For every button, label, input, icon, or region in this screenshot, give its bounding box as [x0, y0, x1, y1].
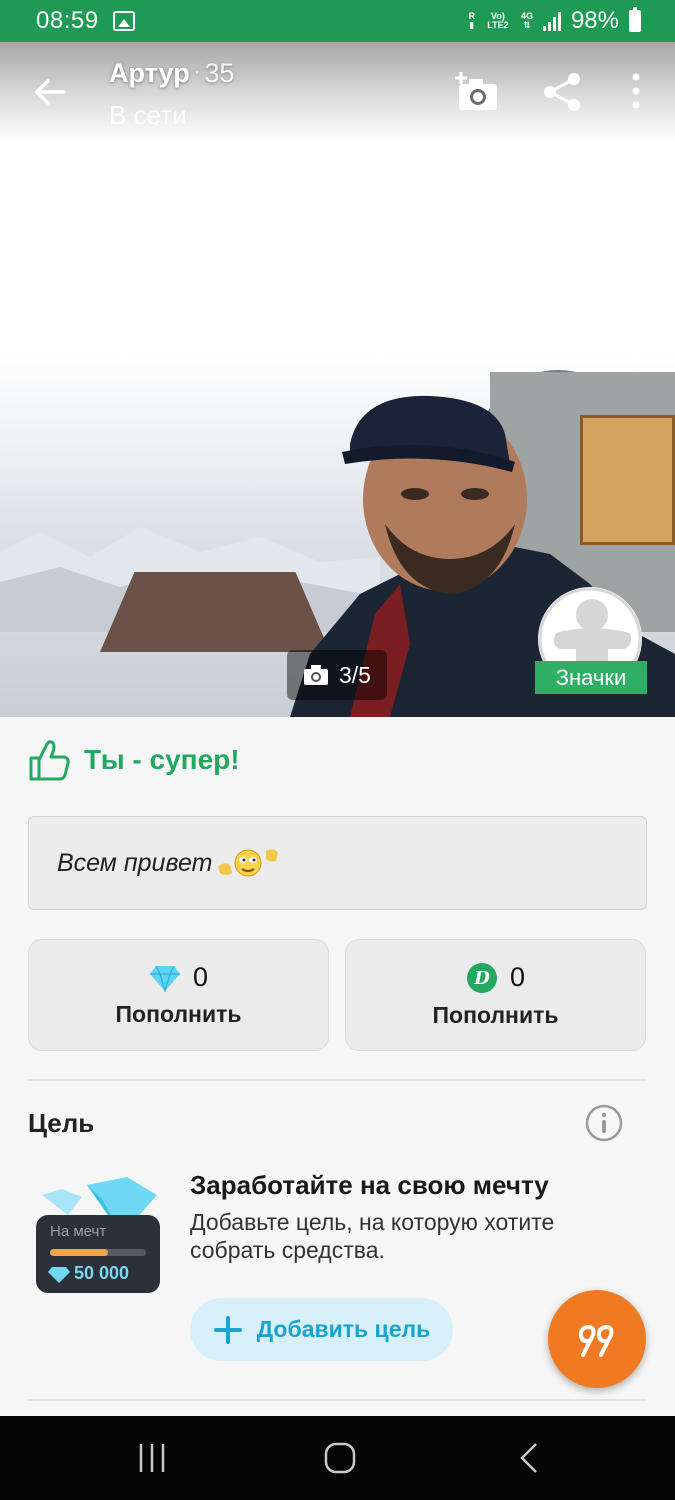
gallery-notification-icon	[112, 11, 135, 31]
diamonds-wallet[interactable]: 0 Пополнить	[28, 939, 329, 1051]
compliment-row[interactable]: Ты - супер!	[28, 734, 240, 786]
coins-topup-label: Пополнить	[432, 1001, 559, 1028]
coins-amount: 0	[509, 962, 526, 992]
status-message-text: Всем привет	[57, 848, 213, 877]
add-goal-label: Добавить цель	[256, 1316, 431, 1342]
goal-illustration-caption: На мечт	[50, 1223, 107, 1240]
compliment-text: Ты - супер!	[84, 744, 240, 775]
compliment-fab[interactable]	[548, 1290, 646, 1388]
divider	[28, 1079, 647, 1081]
goal-illustration: На мечт 50 000	[32, 1175, 162, 1300]
coins-balance-row: D 0	[466, 962, 525, 994]
camera-icon	[304, 665, 328, 685]
system-back-icon[interactable]	[508, 1436, 552, 1480]
goal-illustration-amount: 50 000	[74, 1263, 130, 1283]
thumbs-up-icon	[29, 740, 70, 781]
signal-icon	[542, 11, 561, 31]
plus-icon	[213, 1315, 242, 1344]
more-options-icon[interactable]	[614, 70, 658, 114]
waving-hands-emoji-icon	[218, 849, 279, 877]
coin-icon: D	[466, 962, 497, 993]
share-icon[interactable]	[540, 70, 584, 114]
back-arrow-icon[interactable]	[30, 72, 70, 112]
system-navigation-bar	[0, 1416, 675, 1500]
battery-percent: 98%	[570, 7, 619, 34]
photo-counter-text: 3/5	[339, 661, 371, 688]
status-indicators: R ▮ Vo) LTE2 4G ⇅ 98%	[468, 7, 641, 35]
profile-title: Артур · 35	[109, 58, 234, 89]
home-icon[interactable]	[318, 1436, 362, 1480]
coins-wallet[interactable]: D 0 Пополнить	[345, 939, 646, 1051]
status-message-box[interactable]: Всем привет	[28, 816, 647, 910]
quote-icon	[578, 1324, 614, 1357]
profile-name: Артур	[109, 58, 190, 88]
goal-heading: Заработайте на свою мечту	[190, 1170, 549, 1200]
divider-bottom	[28, 1399, 647, 1401]
battery-icon	[629, 7, 641, 32]
status-bar: 08:59 R ▮ Vo) LTE2 4G ⇅ 98%	[0, 0, 675, 42]
goal-section-title: Цель	[28, 1108, 95, 1138]
recent-apps-icon[interactable]	[130, 1436, 174, 1480]
diamonds-topup-label: Пополнить	[115, 1001, 242, 1027]
status-time: 08:59	[36, 7, 99, 34]
goal-description: Добавьте цель, на которую хотите собрать…	[190, 1209, 555, 1263]
profile-screen: 08:59 R ▮ Vo) LTE2 4G ⇅ 98% Артур · 35 В…	[0, 0, 675, 1500]
profile-toolbar: Артур · 35 В сети	[0, 42, 675, 142]
diamonds-amount: 0	[192, 962, 209, 992]
diamond-icon	[149, 965, 180, 992]
network-type-label: 4G	[520, 11, 533, 21]
roaming-indicator: R ▮	[468, 11, 475, 30]
title-separator: ·	[193, 61, 201, 83]
add-goal-button[interactable]: Добавить цель	[190, 1298, 453, 1361]
add-photo-icon[interactable]	[455, 70, 499, 114]
diamonds-balance-row: 0	[149, 962, 208, 993]
volte-indicator: Vo) LTE2	[487, 11, 509, 30]
badges-label[interactable]: Значки	[535, 661, 647, 694]
svg-text:D: D	[473, 968, 490, 989]
roaming-label: R	[468, 11, 475, 21]
profile-age: 35	[204, 58, 235, 88]
photo-counter[interactable]: 3/5	[287, 650, 387, 700]
profile-photo[interactable]: Артур · 35 В сети 3/5 Значки	[0, 42, 675, 717]
info-icon[interactable]	[585, 1104, 623, 1142]
network-type-indicator: 4G ⇅	[520, 11, 533, 30]
online-status: В сети	[109, 100, 187, 130]
